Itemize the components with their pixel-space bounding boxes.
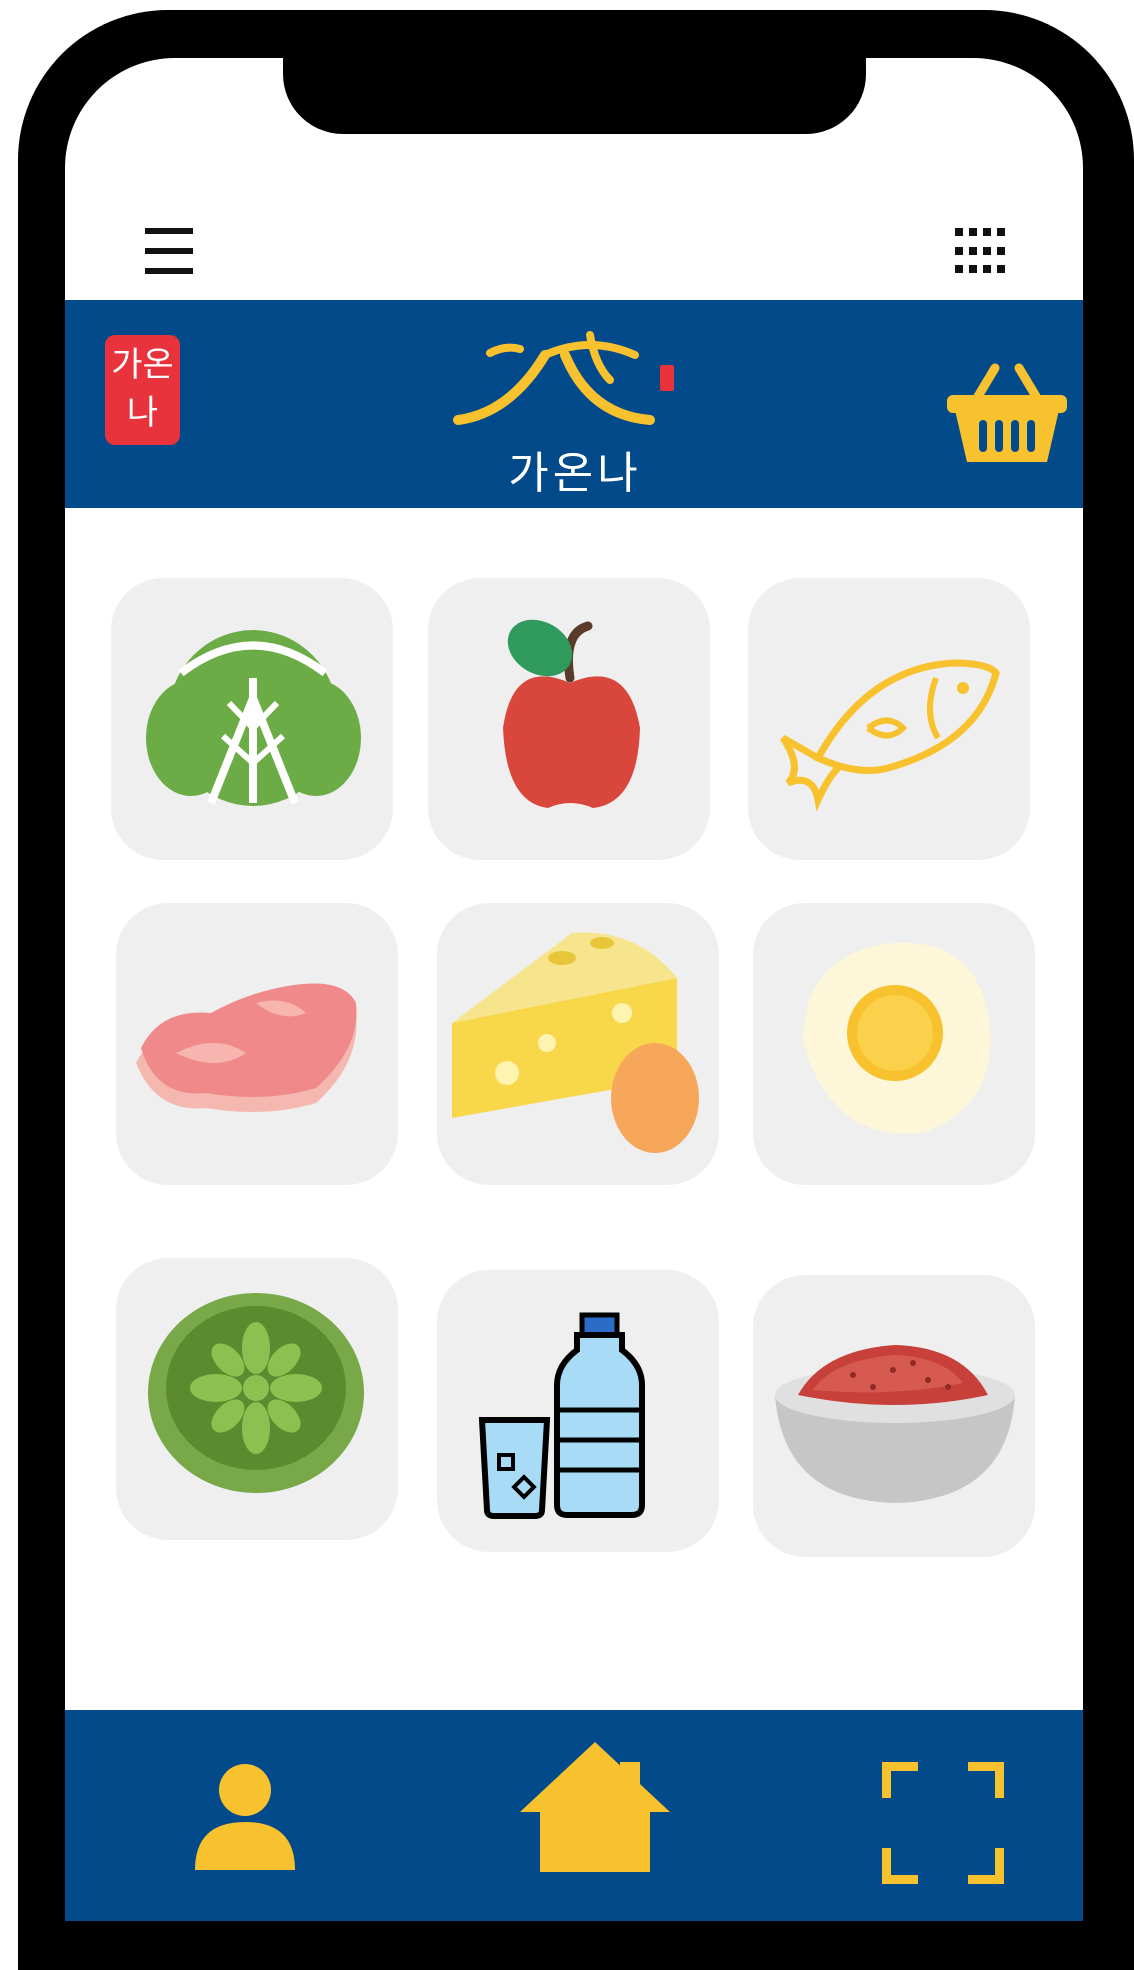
- home-icon[interactable]: [520, 1742, 670, 1877]
- brand-bar: 가온나 가온나: [65, 300, 1083, 508]
- brand-logo-text: 가온나: [508, 448, 642, 499]
- user-icon[interactable]: [190, 1760, 300, 1872]
- red-paste-bowl-icon: [775, 1345, 1015, 1503]
- hamburger-menu-icon[interactable]: [145, 228, 193, 276]
- category-tile-cabbage[interactable]: [111, 578, 393, 860]
- cheese-egg-icon: [452, 932, 699, 1153]
- category-tile-apple[interactable]: [428, 578, 710, 860]
- citrus-slice-icon: [148, 1293, 364, 1493]
- apple-icon: [503, 619, 640, 808]
- category-tile-fried-egg[interactable]: [753, 903, 1035, 1185]
- category-tile-meat[interactable]: [116, 903, 398, 1185]
- top-toolbar: [65, 166, 1083, 274]
- fish-icon: [780, 659, 1000, 812]
- brand-logo-mark: [453, 331, 674, 425]
- app-screen: 가온나 가온나: [65, 58, 1083, 1921]
- water-bottle-icon: [478, 1312, 645, 1519]
- meat-icon: [136, 983, 357, 1112]
- apps-grid-icon[interactable]: [955, 228, 1005, 278]
- bottom-nav-bar: [65, 1710, 1083, 1921]
- brand-seal-logo[interactable]: 가온나: [105, 335, 180, 445]
- brand-logo[interactable]: 가온나: [450, 325, 700, 499]
- category-tile-water[interactable]: [437, 1270, 719, 1552]
- scan-frame-icon[interactable]: [881, 1761, 1005, 1885]
- category-tile-citrus[interactable]: [116, 1258, 398, 1540]
- phone-notch: [283, 58, 866, 134]
- shopping-basket-icon[interactable]: [947, 350, 1067, 470]
- category-tile-fish[interactable]: [748, 578, 1030, 860]
- cabbage-icon: [146, 630, 361, 806]
- category-tile-red-paste[interactable]: [753, 1275, 1035, 1557]
- category-tile-cheese-egg[interactable]: [437, 903, 719, 1185]
- fried-egg-icon: [803, 942, 991, 1134]
- seal-text: 가온나: [111, 345, 174, 433]
